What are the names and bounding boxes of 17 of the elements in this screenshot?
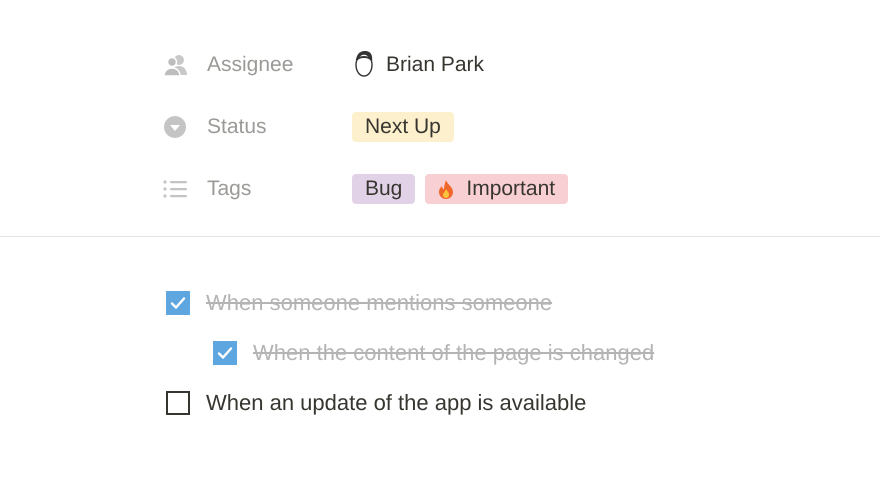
checkbox[interactable] [166,291,190,315]
todo-text: When an update of the app is available [206,390,586,416]
todo-text: When someone mentions someone [206,290,552,316]
list-icon [163,179,187,199]
dropdown-circle-icon [163,115,187,139]
checkbox[interactable] [213,341,237,365]
tag[interactable]: Important [425,174,568,204]
property-label: Assignee [207,53,294,77]
property-label: Status [207,115,268,139]
flame-icon [438,179,454,199]
property-label: Tags [207,177,252,201]
people-icon [163,53,189,77]
person-name[interactable]: Brian Park [386,53,484,77]
checkbox[interactable] [166,391,190,415]
todo-text: When the content of the page is changed [253,340,654,366]
tag[interactable]: Bug [352,174,416,204]
status-tag[interactable]: Next Up [352,112,454,142]
